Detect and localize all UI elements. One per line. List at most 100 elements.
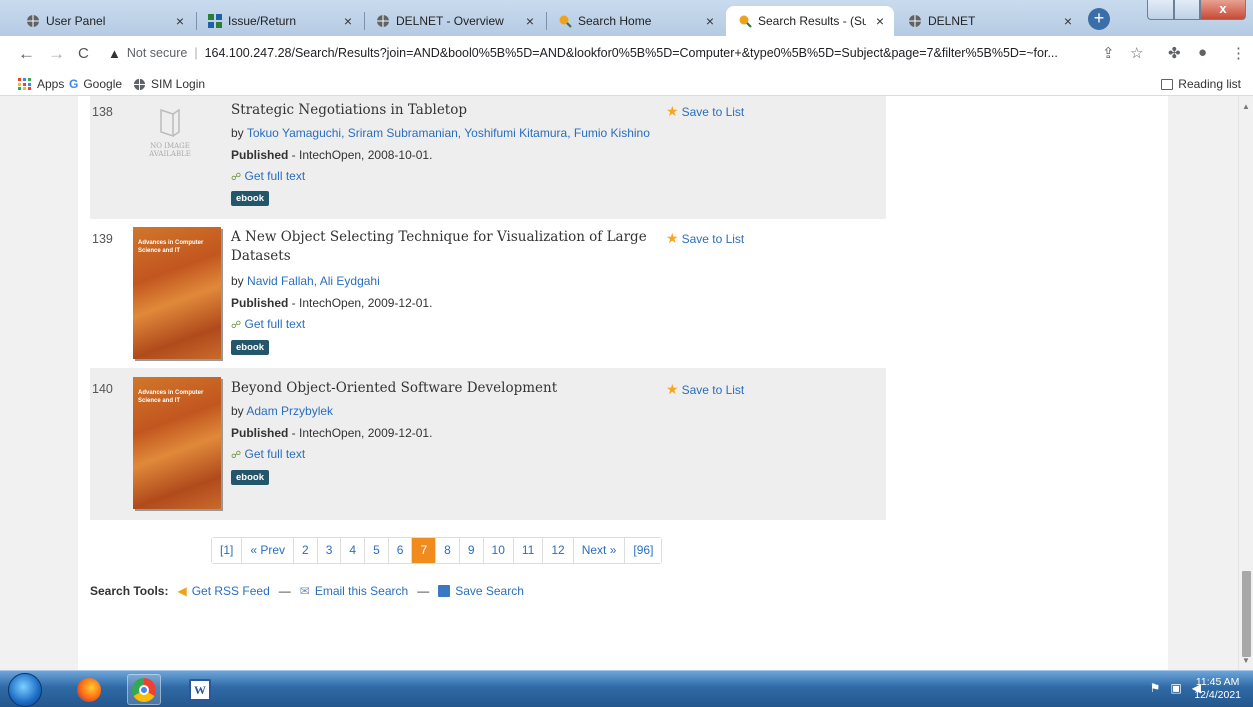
- page-last[interactable]: [96]: [625, 538, 662, 563]
- sim-login-bookmark[interactable]: SIM Login: [133, 77, 205, 91]
- bookmark-label: SIM Login: [151, 77, 206, 91]
- rss-feed-link[interactable]: Get RSS Feed: [192, 584, 270, 598]
- scroll-down-icon[interactable]: ▼: [1242, 656, 1250, 665]
- tab-close-icon[interactable]: ×: [876, 13, 884, 29]
- book-cover[interactable]: Advances in Computer Science and IT: [133, 227, 221, 359]
- flag-icon[interactable]: ⚑: [1150, 681, 1161, 695]
- full-text-link[interactable]: ☍ Get full text: [231, 169, 305, 183]
- star-icon: ★: [666, 103, 679, 119]
- result-authors: by Adam Przybylek: [231, 404, 333, 418]
- tab-close-icon[interactable]: ×: [1064, 13, 1072, 29]
- save-to-list-button[interactable]: ★ Save to List: [666, 230, 744, 247]
- globe-icon: [27, 15, 39, 27]
- scroll-thumb[interactable]: [1242, 571, 1251, 657]
- firefox-icon: [77, 677, 101, 702]
- page-link[interactable]: 6: [388, 538, 413, 563]
- result-title[interactable]: Strategic Negotiations in Tabletop: [231, 101, 651, 120]
- author-link[interactable]: Adam Przybylek: [246, 404, 333, 418]
- bookmark-label: Google: [83, 77, 123, 91]
- full-text-label[interactable]: Get full text: [244, 447, 305, 461]
- tab-close-icon[interactable]: ×: [176, 13, 184, 29]
- security-status: Not secure: [126, 46, 188, 60]
- results-page: 138 NO IMAGE AVAILABLE Strategic Negotia…: [78, 96, 1168, 670]
- firefox-taskbar-icon[interactable]: [72, 674, 106, 705]
- omnibox-divider: |: [194, 46, 198, 60]
- google-bookmark[interactable]: G Google: [69, 77, 122, 91]
- globe-icon: [133, 78, 146, 90]
- tab-search-results[interactable]: Search Results - (Subject ×: [726, 6, 894, 36]
- full-text-link[interactable]: ☍ Get full text: [231, 447, 305, 461]
- tab-close-icon[interactable]: ×: [344, 13, 352, 29]
- scroll-up-icon[interactable]: ▲: [1242, 102, 1250, 111]
- start-button[interactable]: [8, 673, 42, 707]
- save-to-list-label: Save to List: [681, 231, 745, 246]
- tab-title: Search Results - (Subject: [758, 14, 866, 28]
- tab-search-home[interactable]: Search Home ×: [546, 6, 724, 36]
- clock[interactable]: 11:45 AM 12/4/2021: [1194, 676, 1241, 702]
- back-button[interactable]: ←: [18, 44, 35, 64]
- full-text-label[interactable]: Get full text: [244, 169, 305, 183]
- rss-icon: ◀: [177, 584, 187, 598]
- apps-bookmark[interactable]: Apps: [18, 77, 64, 91]
- chrome-taskbar-icon[interactable]: [127, 674, 161, 705]
- published-info: - IntechOpen, 2009-12-01.: [288, 296, 433, 310]
- network-icon[interactable]: ▣: [1170, 681, 1181, 695]
- published-info: - IntechOpen, 2008-10-01.: [288, 148, 433, 162]
- share-icon[interactable]: ⇪: [1102, 44, 1115, 62]
- result-published: Published - IntechOpen, 2008-10-01.: [231, 148, 432, 162]
- reading-list-icon: [1161, 78, 1174, 90]
- page-link[interactable]: 8: [436, 538, 460, 563]
- menu-icon[interactable]: ⋮: [1231, 44, 1246, 62]
- address-bar[interactable]: ▲ Not secure | 164.100.247.28/Search/Res…: [108, 42, 1088, 64]
- page-next[interactable]: Next »: [573, 538, 626, 563]
- page-link[interactable]: 11: [513, 538, 544, 563]
- tools-separator: —: [417, 584, 430, 598]
- author-link[interactable]: Tokuo Yamaguchi, Sriram Subramanian, Yos…: [247, 126, 650, 140]
- forward-button[interactable]: →: [48, 44, 65, 64]
- page-link[interactable]: 12: [543, 538, 574, 563]
- save-to-list-button[interactable]: ★ Save to List: [666, 103, 744, 120]
- globe-icon: [909, 15, 921, 27]
- page-link[interactable]: 9: [459, 538, 484, 563]
- pagination: [1] « Prev 2 3 4 5 6 7 8 9 10 11 12 Next…: [211, 537, 663, 564]
- star-icon: ★: [666, 381, 679, 397]
- page-link[interactable]: 4: [341, 538, 366, 563]
- vertical-scrollbar[interactable]: ▲ ▼: [1238, 96, 1253, 670]
- result-title[interactable]: Beyond Object-Oriented Software Developm…: [231, 379, 651, 398]
- published-label: Published: [231, 296, 289, 310]
- result-number: 139: [92, 232, 113, 246]
- tab-delnet-overview[interactable]: DELNET - Overview ×: [364, 6, 544, 36]
- new-tab-button[interactable]: +: [1088, 8, 1110, 30]
- window-close-button[interactable]: x: [1200, 0, 1246, 20]
- tab-delnet[interactable]: DELNET ×: [896, 6, 1082, 36]
- tab-title: Search Home: [578, 14, 652, 28]
- author-link[interactable]: Navid Fallah, Ali Eydgahi: [247, 274, 380, 288]
- page-link[interactable]: 2: [294, 538, 318, 563]
- reload-button[interactable]: C: [78, 45, 89, 62]
- minimize-button[interactable]: [1147, 0, 1174, 20]
- profile-icon[interactable]: ●: [1198, 44, 1207, 61]
- page-first[interactable]: [1]: [212, 538, 243, 563]
- page-link[interactable]: 10: [483, 538, 514, 563]
- tab-close-icon[interactable]: ×: [706, 13, 714, 29]
- result-title[interactable]: A New Object Selecting Technique for Vis…: [231, 228, 651, 266]
- result-item: 138 NO IMAGE AVAILABLE Strategic Negotia…: [90, 96, 886, 219]
- maximize-button[interactable]: [1174, 0, 1200, 20]
- tab-close-icon[interactable]: ×: [526, 13, 534, 29]
- google-icon: G: [69, 77, 79, 91]
- tab-issue-return[interactable]: Issue/Return ×: [196, 6, 362, 36]
- page-link[interactable]: 3: [317, 538, 342, 563]
- reading-list-button[interactable]: Reading list: [1161, 77, 1241, 91]
- full-text-link[interactable]: ☍ Get full text: [231, 317, 305, 331]
- page-prev[interactable]: « Prev: [242, 538, 295, 563]
- bookmark-star-icon[interactable]: ☆: [1130, 44, 1143, 62]
- book-cover[interactable]: Advances in Computer Science and IT: [133, 377, 221, 509]
- word-taskbar-icon[interactable]: W: [183, 674, 217, 705]
- tab-user-panel[interactable]: User Panel ×: [14, 6, 194, 36]
- extensions-icon[interactable]: ✤: [1168, 44, 1181, 62]
- save-to-list-button[interactable]: ★ Save to List: [666, 381, 744, 398]
- save-search-link[interactable]: Save Search: [455, 584, 524, 598]
- page-link[interactable]: 5: [365, 538, 389, 563]
- email-search-link[interactable]: Email this Search: [315, 584, 408, 598]
- full-text-label[interactable]: Get full text: [244, 317, 305, 331]
